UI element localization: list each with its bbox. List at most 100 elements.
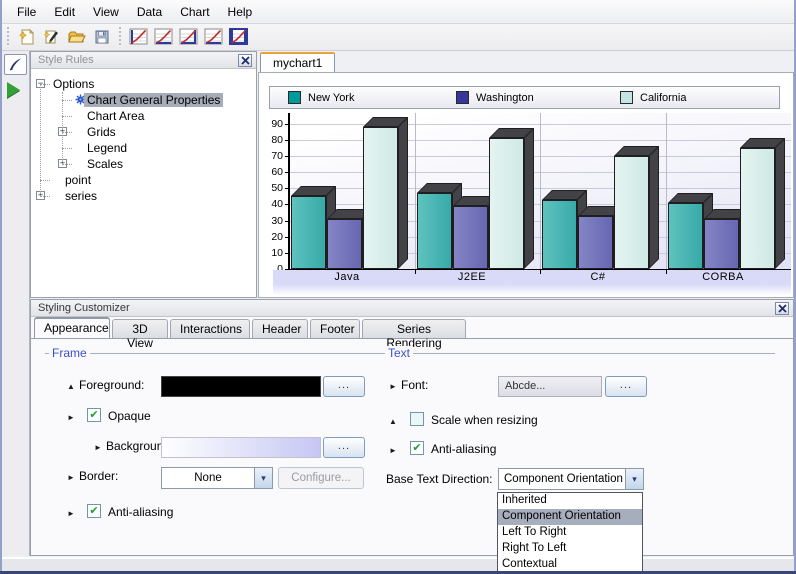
chart-type-3-icon[interactable] — [176, 26, 201, 49]
chart-type-1-icon[interactable] — [126, 26, 151, 49]
tree-item-label[interactable]: Grids — [84, 125, 119, 139]
tree-connector — [40, 196, 50, 197]
border-combobox-value: None — [162, 468, 254, 488]
text-antialias-marker-icon: ► — [389, 446, 397, 455]
frame-group-border: Frame — [45, 353, 391, 354]
chart-type-5-icon[interactable] — [226, 26, 251, 49]
menu-edit[interactable]: Edit — [45, 2, 84, 22]
bar-new-york-corba — [668, 203, 703, 269]
toolbar-grip — [117, 27, 123, 47]
base-text-direction-combobox[interactable]: Component Orientation ▾ — [498, 468, 644, 490]
bar-california-corba — [740, 148, 775, 269]
tree-connector — [62, 92, 63, 164]
scale-when-resizing-checkbox[interactable] — [410, 412, 424, 426]
tab-3d-view[interactable]: 3D View — [112, 319, 168, 338]
y-tick-label: 70 — [263, 150, 283, 162]
apply-play-icon[interactable] — [7, 82, 20, 98]
bar-side-face — [524, 128, 534, 269]
base-text-direction-label: Base Text Direction: — [386, 472, 493, 486]
chart-panel: mychart1 New YorkWashingtonCalifornia 01… — [258, 51, 794, 298]
background-swatch[interactable] — [161, 437, 321, 458]
bar-california-java — [363, 127, 398, 269]
menu-help[interactable]: Help — [219, 2, 262, 22]
bar-new-york-j2ee — [417, 193, 452, 269]
category-separator — [415, 113, 416, 269]
close-icon[interactable] — [775, 302, 789, 315]
dropdown-option-right-to-left[interactable]: Right To Left — [498, 541, 642, 557]
y-tick-label: 80 — [263, 134, 283, 146]
open-folder-icon[interactable] — [64, 26, 89, 49]
tree-connector — [40, 180, 50, 181]
tree-item-label[interactable]: point — [62, 173, 94, 187]
dropdown-option-component-orientation[interactable]: Component Orientation — [498, 509, 642, 525]
y-tick-label: 90 — [263, 118, 283, 130]
background-picker-button[interactable]: ... — [323, 437, 365, 458]
tab-footer[interactable]: Footer — [310, 319, 360, 338]
window-border — [0, 0, 2, 574]
bar-washington-j2ee — [453, 206, 488, 269]
foreground-picker-button[interactable]: ... — [323, 376, 365, 397]
chart-type-4-icon[interactable] — [201, 26, 226, 49]
bar-california-c# — [614, 156, 649, 269]
chevron-down-icon[interactable]: ▾ — [254, 468, 272, 488]
menu-view[interactable]: View — [84, 2, 128, 22]
menu-chart[interactable]: Chart — [171, 2, 218, 22]
scale-when-resizing-label: Scale when resizing — [431, 413, 538, 427]
tab-mychart1[interactable]: mychart1 — [260, 52, 335, 72]
toolbar — [2, 24, 794, 51]
y-axis — [288, 113, 290, 270]
style-rules-panel: Style Rules −OptionsChart General Proper… — [30, 51, 257, 298]
chevron-down-icon[interactable]: ▾ — [625, 469, 643, 489]
tab-header[interactable]: Header — [252, 319, 308, 338]
x-axis-fade — [273, 284, 791, 295]
foreground-swatch[interactable] — [161, 376, 321, 397]
stylesheet-pen-icon[interactable] — [4, 54, 27, 75]
style-rules-titlebar: Style Rules — [31, 52, 256, 69]
toolbar-grip — [5, 27, 11, 47]
font-picker-button[interactable]: ... — [605, 376, 647, 397]
tree-item-options[interactable]: −Options — [31, 76, 256, 92]
tree-item-point[interactable]: point — [31, 172, 256, 188]
tab-appearance[interactable]: Appearance — [34, 317, 110, 338]
opaque-checkbox[interactable]: ✔ — [87, 408, 101, 422]
tree-item-label[interactable]: Scales — [84, 157, 126, 171]
y-tick-label: 40 — [263, 198, 283, 210]
base-text-direction-dropdown-list: InheritedComponent OrientationLeft To Ri… — [497, 492, 643, 574]
tab-series-rendering[interactable]: Series Rendering — [362, 319, 466, 338]
frame-antialias-checkbox[interactable]: ✔ — [87, 504, 101, 518]
border-combobox[interactable]: None ▾ — [161, 467, 273, 489]
menu-data[interactable]: Data — [128, 2, 171, 22]
text-antialias-checkbox[interactable]: ✔ — [410, 441, 424, 455]
dropdown-option-left-to-right[interactable]: Left To Right — [498, 525, 642, 541]
base-text-direction-value: Component Orientation — [499, 469, 625, 489]
chart-canvas: New YorkWashingtonCalifornia 01020304050… — [258, 72, 794, 298]
configure-button[interactable]: Configure... — [278, 467, 364, 489]
category-label: J2EE — [432, 271, 512, 283]
tree-item-label[interactable]: Legend — [84, 141, 130, 155]
tab-interactions[interactable]: Interactions — [170, 319, 250, 338]
style-rules-tree: −OptionsChart General Properties Chart Ar… — [31, 70, 256, 297]
foreground-label: Foreground: — [79, 378, 144, 392]
save-icon[interactable] — [89, 26, 114, 49]
chart-type-2-icon[interactable] — [151, 26, 176, 49]
scale-marker-icon: ▲ — [389, 417, 397, 426]
tree-item-label[interactable]: Options — [50, 77, 97, 91]
font-preview-field[interactable]: Abcde... — [498, 376, 602, 397]
menu-file[interactable]: File — [8, 2, 45, 22]
tree-item-label[interactable]: Chart General Properties — [84, 93, 223, 107]
frame-antialias-label: Anti-aliasing — [108, 505, 173, 519]
customizer-tabs: Appearance3D ViewInteractionsHeaderFoote… — [31, 318, 793, 339]
edit-stylesheet-icon[interactable] — [39, 26, 64, 49]
close-icon[interactable] — [238, 54, 252, 67]
tree-connector — [62, 164, 72, 165]
bar-new-york-c# — [542, 200, 577, 269]
new-document-icon[interactable] — [14, 26, 39, 49]
tree-item-label[interactable]: series — [62, 189, 100, 203]
tree-item-label[interactable]: Chart Area — [84, 109, 147, 123]
font-label: Font: — [401, 378, 428, 392]
bar-new-york-java — [291, 196, 326, 269]
dropdown-option-inherited[interactable]: Inherited — [498, 493, 642, 509]
tree-item-series[interactable]: +series — [31, 188, 256, 204]
tree-connector — [62, 148, 72, 149]
status-bar — [2, 557, 794, 572]
